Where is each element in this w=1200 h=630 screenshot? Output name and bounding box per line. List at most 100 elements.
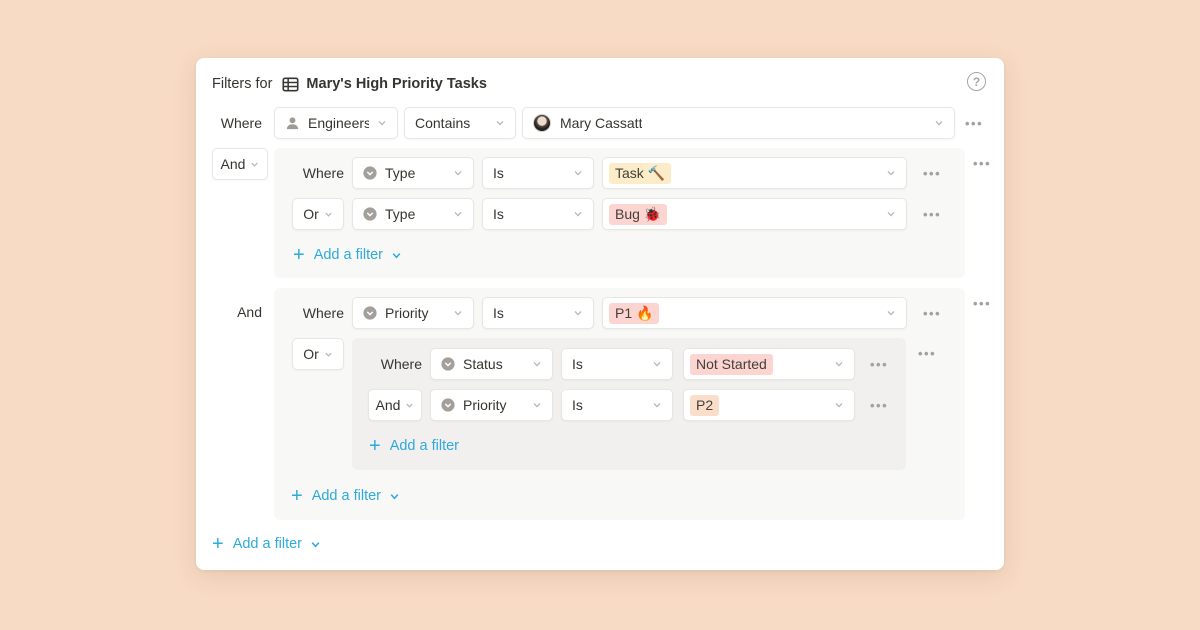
chevron-down-icon (644, 359, 662, 369)
chevron-down-icon (878, 209, 896, 219)
operator-label: Contains (415, 115, 470, 131)
operator-label: Is (572, 356, 583, 372)
field-label: Type (385, 165, 415, 181)
subgroup-connector-dropdown[interactable]: Or (292, 338, 344, 370)
field-dropdown-status[interactable]: Status (430, 348, 553, 380)
subgroup-more-button[interactable]: ••• (918, 346, 936, 361)
chevron-down-icon (250, 160, 259, 169)
filter-card-header: Filters for Mary's High Priority Tasks (212, 73, 487, 95)
chevron-down-icon (391, 250, 402, 261)
connector-where-label: Where (292, 165, 344, 181)
row-more-button[interactable]: ••• (921, 157, 943, 189)
row-more-button[interactable]: ••• (963, 107, 985, 139)
operator-dropdown-is[interactable]: Is (482, 297, 594, 329)
value-dropdown-tag[interactable]: P1 🔥 (602, 297, 907, 329)
value-dropdown-person[interactable]: Mary Cassatt (522, 107, 955, 139)
operator-dropdown-contains[interactable]: Contains (404, 107, 516, 139)
select-property-icon (363, 207, 377, 221)
connector-where-label: Where (368, 356, 422, 372)
tag-not-started: Not Started (690, 354, 773, 375)
value-dropdown-tag[interactable]: Not Started (683, 348, 855, 380)
add-filter-label: Add a filter (314, 247, 383, 263)
connector-dropdown-and[interactable]: And (368, 389, 422, 421)
chevron-down-icon (445, 308, 463, 318)
operator-label: Is (493, 206, 504, 222)
card-add-filter-button[interactable]: + Add a filter (212, 535, 321, 553)
group1-row-2: Or Type Is (292, 198, 952, 230)
chevron-down-icon (445, 209, 463, 219)
select-property-icon (363, 166, 377, 180)
operator-label: Is (493, 165, 504, 181)
filter-group-2: Where Priority Is P1 (274, 288, 965, 520)
filter-card: Filters for Mary's High Priority Tasks ?… (196, 58, 1004, 570)
top-filter-row: Where Engineers Contains Mary Cassatt (212, 107, 988, 139)
operator-dropdown-is[interactable]: Is (482, 198, 594, 230)
chevron-down-icon (324, 210, 333, 219)
filters-for-label: Filters for (212, 76, 272, 92)
database-title: Mary's High Priority Tasks (306, 76, 486, 92)
add-filter-label: Add a filter (390, 438, 459, 454)
chevron-down-icon (565, 308, 583, 318)
row-more-button[interactable]: ••• (921, 297, 943, 329)
chevron-down-icon (310, 539, 321, 550)
chevron-down-icon (369, 118, 387, 128)
connector-or-label: Or (303, 346, 319, 362)
select-property-icon (441, 357, 455, 371)
field-label: Priority (463, 397, 507, 413)
operator-dropdown-is[interactable]: Is (561, 389, 673, 421)
tag-bug: Bug 🐞 (609, 204, 667, 225)
row-more-button[interactable]: ••• (868, 348, 890, 380)
operator-dropdown-is[interactable]: Is (561, 348, 673, 380)
connector-where-label: Where (212, 115, 262, 131)
select-property-icon (363, 306, 377, 320)
plus-icon: + (293, 246, 305, 264)
group2-add-filter-button[interactable]: + Add a filter (291, 487, 400, 505)
chevron-down-icon (324, 350, 333, 359)
value-dropdown-tag[interactable]: P2 (683, 389, 855, 421)
tag-task: Task 🔨 (609, 163, 671, 184)
field-dropdown-type[interactable]: Type (352, 198, 474, 230)
value-dropdown-tag[interactable]: Bug 🐞 (602, 198, 907, 230)
chevron-down-icon (487, 118, 505, 128)
connector-and-label: And (376, 397, 401, 413)
value-dropdown-tag[interactable]: Task 🔨 (602, 157, 907, 189)
chevron-down-icon (644, 400, 662, 410)
help-icon[interactable]: ? (967, 72, 986, 91)
filter-group-1: Where Type Is Task � (274, 148, 965, 278)
field-label: Priority (385, 305, 429, 321)
group1-connector-dropdown[interactable]: And (212, 148, 268, 180)
chevron-down-icon (826, 400, 844, 410)
connector-dropdown-or[interactable]: Or (292, 198, 344, 230)
field-dropdown-priority[interactable]: Priority (352, 297, 474, 329)
tag-p2: P2 (690, 395, 719, 416)
filter-subgroup: Where Status Is (352, 338, 906, 470)
group1-more-button[interactable]: ••• (973, 156, 991, 171)
chevron-down-icon (565, 209, 583, 219)
chevron-down-icon (389, 491, 400, 502)
row-more-button[interactable]: ••• (868, 389, 890, 421)
operator-dropdown-is[interactable]: Is (482, 157, 594, 189)
group2-more-button[interactable]: ••• (973, 296, 991, 311)
group2-connector-label: And (212, 304, 262, 320)
row-more-button[interactable]: ••• (921, 198, 943, 230)
group1-add-filter-button[interactable]: + Add a filter (293, 246, 402, 264)
connector-and-label: And (221, 156, 246, 172)
chevron-down-icon (565, 168, 583, 178)
field-dropdown-engineers[interactable]: Engineers (274, 107, 398, 139)
field-dropdown-priority[interactable]: Priority (430, 389, 553, 421)
chevron-down-icon (445, 168, 463, 178)
field-dropdown-type[interactable]: Type (352, 157, 474, 189)
field-label: Status (463, 356, 503, 372)
subgroup-add-filter-button[interactable]: + Add a filter (369, 437, 459, 455)
chevron-down-icon (524, 359, 542, 369)
chevron-down-icon (878, 168, 896, 178)
subgroup-row-2: And Priority Is (368, 389, 896, 421)
chevron-down-icon (405, 401, 414, 410)
avatar (533, 114, 551, 132)
chevron-down-icon (878, 308, 896, 318)
add-filter-label: Add a filter (233, 536, 302, 552)
connector-where-label: Where (292, 305, 344, 321)
group1-row-1: Where Type Is Task � (292, 157, 952, 189)
add-filter-label: Add a filter (312, 488, 381, 504)
connector-or-label: Or (303, 206, 319, 222)
